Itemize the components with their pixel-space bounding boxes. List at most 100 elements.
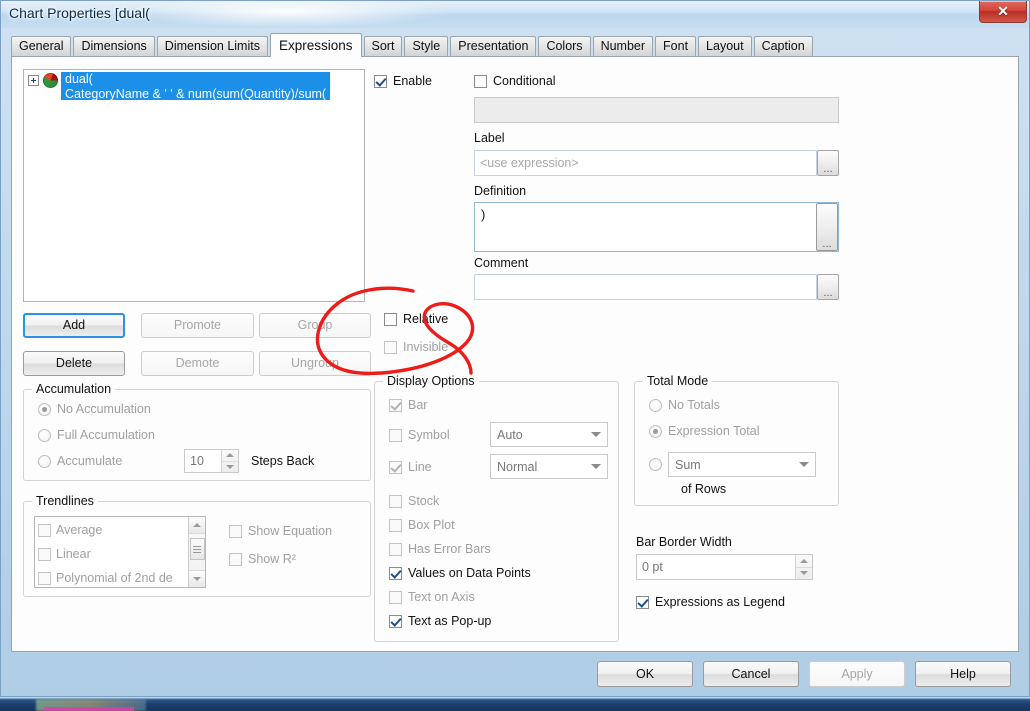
steps-back-label: Steps Back — [251, 454, 315, 468]
plus-expand-icon[interactable] — [28, 75, 39, 86]
symbol-select[interactable]: Auto — [490, 422, 608, 447]
checkbox-expressions-as-legend[interactable] — [636, 595, 649, 609]
line-select[interactable]: Normal — [490, 454, 608, 479]
expression-list[interactable]: dual( CategoryName & ' ' & num(sum(Quant… — [23, 69, 365, 302]
text-on-axis-label: Text on Axis — [408, 590, 475, 604]
checkbox-bar[interactable] — [389, 398, 402, 412]
checkbox-symbol[interactable] — [389, 428, 402, 442]
tab-presentation[interactable]: Presentation — [450, 36, 537, 56]
help-button[interactable]: Help — [915, 661, 1011, 687]
relative-label: Relative — [403, 312, 449, 326]
list-item[interactable]: Polynomial of 2nd de — [35, 566, 188, 587]
checkbox-has-error-bars[interactable] — [389, 542, 402, 556]
checkbox-conditional[interactable] — [474, 74, 487, 88]
definition-browse-button[interactable]: ... — [816, 203, 838, 251]
add-button[interactable]: Add — [23, 313, 125, 338]
label-input[interactable]: <use expression> — [474, 150, 817, 176]
tab-number[interactable]: Number — [592, 36, 654, 56]
conditional-input[interactable] — [474, 97, 839, 123]
checkbox-text-as-popup[interactable] — [389, 614, 402, 628]
checkbox-line[interactable] — [389, 460, 402, 474]
bar-border-width-stepper[interactable]: 0 pt — [636, 554, 813, 580]
trendline-label: Average — [56, 523, 103, 537]
demote-button[interactable]: Demote — [141, 351, 254, 376]
delete-button[interactable]: Delete — [23, 351, 125, 376]
checkbox-linear[interactable] — [38, 547, 51, 561]
radio-aggregation[interactable] — [649, 458, 662, 471]
conditional-label: Conditional — [493, 74, 556, 88]
scroll-down-icon[interactable] — [189, 570, 205, 587]
invisible-label: Invisible — [403, 340, 449, 354]
list-item[interactable]: dual( CategoryName & ' ' & num(sum(Quant… — [24, 72, 364, 102]
label-caption: Label — [474, 131, 505, 145]
radio-accumulate[interactable] — [38, 454, 51, 468]
chart-properties-dialog: Chart Properties [dual( ✕ General Dimens… — [0, 0, 1030, 697]
steps-back-stepper[interactable]: 10 — [184, 449, 239, 473]
aggregation-select[interactable]: Sum — [668, 452, 816, 477]
checkbox-stock[interactable] — [389, 494, 402, 508]
stepper-arrows[interactable] — [221, 450, 238, 472]
stepper-up-icon[interactable] — [222, 450, 238, 462]
stepper-up-icon[interactable] — [796, 555, 812, 568]
radio-no-accumulation[interactable] — [38, 402, 51, 416]
promote-button[interactable]: Promote — [141, 313, 254, 338]
stepper-down-icon[interactable] — [222, 462, 238, 473]
enable-label: Enable — [393, 74, 432, 88]
steps-back-value[interactable]: 10 — [185, 450, 221, 472]
checkbox-box-plot[interactable] — [389, 518, 402, 532]
checkbox-polynomial-2nd[interactable] — [38, 571, 51, 585]
chevron-down-icon — [799, 462, 809, 467]
label-browse-button[interactable]: ... — [817, 150, 839, 176]
list-item[interactable]: Linear — [35, 542, 188, 566]
scroll-thumb[interactable] — [189, 538, 205, 560]
group-button[interactable]: Group — [259, 313, 371, 338]
trendlines-legend: Trendlines — [32, 494, 98, 508]
tab-style[interactable]: Style — [404, 36, 449, 56]
checkbox-average[interactable] — [38, 523, 51, 537]
line-select-value: Normal — [497, 459, 538, 474]
checkbox-text-on-axis[interactable] — [389, 590, 402, 604]
ok-button[interactable]: OK — [597, 661, 693, 687]
no-accumulation-label: No Accumulation — [57, 402, 151, 416]
bar-border-width-value[interactable]: 0 pt — [637, 555, 795, 579]
taskbar-item[interactable] — [44, 707, 134, 711]
definition-input[interactable]: ) — [475, 203, 816, 251]
comment-input[interactable] — [474, 274, 817, 300]
trendlines-list[interactable]: Average Linear Polynomial of 2nd de — [34, 516, 206, 588]
tab-layout[interactable]: Layout — [698, 36, 752, 56]
tab-general[interactable]: General — [11, 36, 72, 56]
tab-expressions[interactable]: Expressions — [269, 33, 362, 57]
checkbox-values-on-data-points[interactable] — [389, 566, 402, 580]
checkbox-relative[interactable] — [384, 312, 397, 326]
tab-colors[interactable]: Colors — [538, 36, 591, 56]
accumulation-group: Accumulation No Accumulation Full Accumu… — [23, 382, 371, 481]
close-icon[interactable]: ✕ — [979, 1, 1027, 23]
radio-full-accumulation[interactable] — [38, 428, 51, 442]
expression-total-label: Expression Total — [668, 424, 760, 438]
tab-sort[interactable]: Sort — [363, 36, 403, 56]
stepper-arrows[interactable] — [795, 555, 812, 579]
checkbox-enable[interactable] — [374, 74, 387, 88]
total-mode-group: Total Mode No Totals Expression Total Su… — [634, 374, 839, 506]
desktop-taskbar[interactable] — [0, 697, 1030, 711]
cancel-button[interactable]: Cancel — [703, 661, 799, 687]
scroll-up-icon[interactable] — [189, 517, 205, 534]
radio-expression-total[interactable] — [649, 424, 662, 438]
title-bar-glow — [121, 1, 451, 28]
comment-browse-button[interactable]: ... — [817, 274, 839, 300]
scrollbar[interactable] — [188, 517, 205, 587]
list-item[interactable]: Average — [35, 518, 188, 542]
checkbox-show-equation[interactable] — [229, 524, 242, 538]
dialog-footer: OK Cancel Apply Help — [1, 652, 1029, 696]
trendline-label: Linear — [56, 547, 91, 561]
tab-dimension-limits[interactable]: Dimension Limits — [156, 36, 268, 56]
stepper-down-icon[interactable] — [796, 568, 812, 580]
checkbox-show-r2[interactable] — [229, 552, 242, 566]
apply-button[interactable]: Apply — [809, 661, 905, 687]
ungroup-button[interactable]: Ungroup — [259, 351, 371, 376]
tab-caption[interactable]: Caption — [753, 36, 813, 56]
radio-no-totals[interactable] — [649, 398, 662, 412]
tab-font[interactable]: Font — [655, 36, 697, 56]
tab-dimensions[interactable]: Dimensions — [73, 36, 155, 56]
checkbox-invisible[interactable] — [384, 340, 397, 354]
